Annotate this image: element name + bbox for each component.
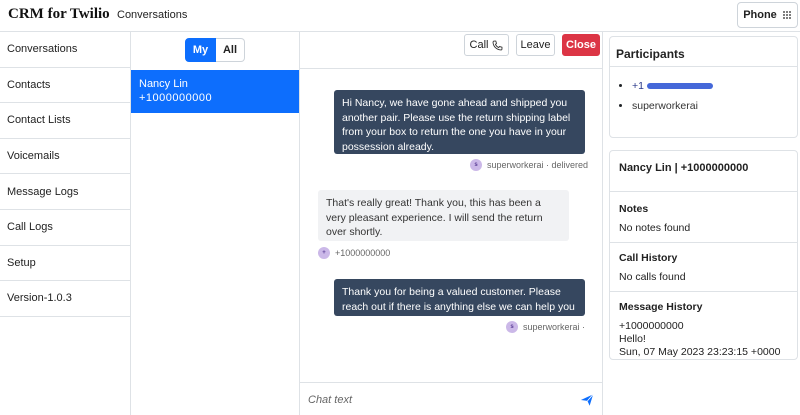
divider xyxy=(610,191,797,192)
conversation-list: My All Nancy Lin +1000000000 xyxy=(131,32,300,415)
phone-icon xyxy=(492,40,503,51)
close-button[interactable]: Close xyxy=(562,34,600,56)
contact-details-panel: Nancy Lin | +1000000000 Notes No notes f… xyxy=(609,150,798,360)
conversation-contact-number: +1000000000 xyxy=(139,92,299,104)
message-outgoing: Thank you for being a valued customer. P… xyxy=(334,279,585,316)
participant-item: superworkerai xyxy=(632,100,713,120)
sidebar-item-conversations[interactable]: Conversations xyxy=(0,32,130,68)
sidebar-item-contacts[interactable]: Contacts xyxy=(0,68,130,104)
app-brand[interactable]: CRM for Twilio xyxy=(8,6,110,23)
message-meta: s superworkerai · xyxy=(506,321,585,333)
message-history-heading: Message History xyxy=(619,301,702,313)
sidebar-item-voicemails[interactable]: Voicemails xyxy=(0,139,130,175)
conversation-filter-toggle: My All xyxy=(185,38,245,62)
message-meta-text: superworkerai · delivered xyxy=(487,160,588,170)
conversation-item[interactable]: Nancy Lin +1000000000 xyxy=(131,70,299,113)
message-meta: + +1000000000 xyxy=(318,247,390,259)
call-button[interactable]: Call xyxy=(464,34,509,56)
sidebar: Conversations Contacts Contact Lists Voi… xyxy=(0,32,131,415)
send-icon[interactable] xyxy=(580,393,594,407)
message-history-timestamp: Sun, 07 May 2023 23:23:15 +0000 xyxy=(619,346,780,358)
top-navbar: CRM for Twilio Conversations Phone xyxy=(0,0,800,32)
sidebar-item-version[interactable]: Version-1.0.3 xyxy=(0,281,130,317)
phone-button[interactable]: Phone xyxy=(737,2,798,28)
call-history-heading: Call History xyxy=(619,252,677,264)
redaction-mark xyxy=(647,83,713,89)
conversation-contact-name: Nancy Lin xyxy=(139,78,299,90)
dialpad-icon xyxy=(783,11,792,20)
leave-button[interactable]: Leave xyxy=(516,34,555,56)
chat-text-input[interactable] xyxy=(308,391,563,409)
message-meta-text: superworkerai · xyxy=(523,322,585,332)
sidebar-item-setup[interactable]: Setup xyxy=(0,246,130,282)
sidebar-item-contact-lists[interactable]: Contact Lists xyxy=(0,103,130,139)
avatar: s xyxy=(470,159,482,171)
participants-list: +1 superworkerai xyxy=(632,80,713,120)
contact-title: Nancy Lin | +1000000000 xyxy=(619,162,748,174)
participant-phone: +1 xyxy=(632,80,644,92)
chat-panel: Call Leave Close Hi Nancy, we have gone … xyxy=(300,32,603,415)
message-meta-text: +1000000000 xyxy=(335,248,390,258)
nav-tab-conversations[interactable]: Conversations xyxy=(117,9,187,21)
message-meta: s superworkerai · delivered xyxy=(470,159,588,171)
notes-heading: Notes xyxy=(619,203,648,215)
divider xyxy=(610,66,797,67)
divider xyxy=(610,242,797,243)
chat-input-bar xyxy=(300,382,602,415)
message-incoming: That's really great! Thank you, this has… xyxy=(318,190,569,241)
avatar: s xyxy=(506,321,518,333)
message-history-text: Hello! xyxy=(619,333,646,345)
participant-item: +1 xyxy=(632,80,713,100)
participant-name: superworkerai xyxy=(632,100,698,112)
notes-value: No notes found xyxy=(619,222,690,234)
participants-panel: Participants +1 superworkerai xyxy=(609,36,798,138)
filter-my-button[interactable]: My xyxy=(185,38,216,62)
call-button-label: Call xyxy=(470,39,489,51)
message-outgoing: Hi Nancy, we have gone ahead and shipped… xyxy=(334,90,585,154)
chat-toolbar: Call Leave Close xyxy=(300,32,602,69)
call-history-value: No calls found xyxy=(619,271,686,283)
filter-all-button[interactable]: All xyxy=(216,38,245,62)
participants-title: Participants xyxy=(616,47,685,61)
message-history-number: +1000000000 xyxy=(619,320,684,332)
phone-button-label: Phone xyxy=(743,9,777,21)
sidebar-item-message-logs[interactable]: Message Logs xyxy=(0,174,130,210)
avatar: + xyxy=(318,247,330,259)
sidebar-item-call-logs[interactable]: Call Logs xyxy=(0,210,130,246)
divider xyxy=(610,291,797,292)
